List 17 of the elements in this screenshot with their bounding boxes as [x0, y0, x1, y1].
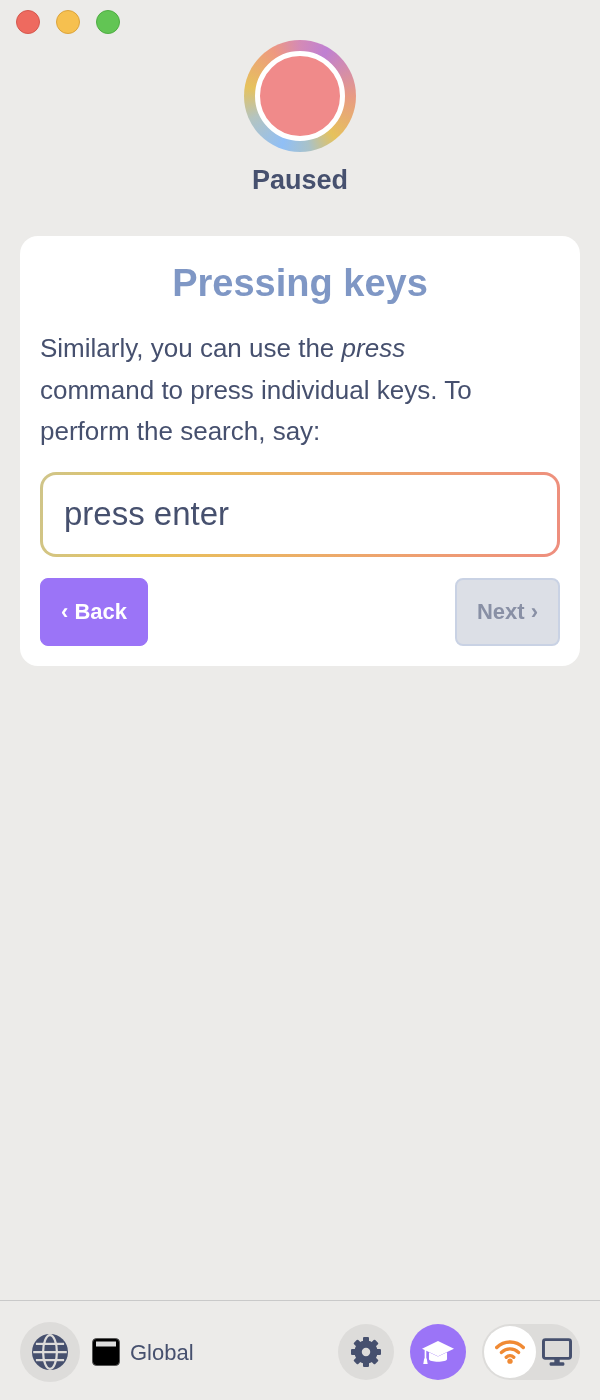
- scope-label: Global: [130, 1338, 194, 1367]
- wifi-icon: [495, 1340, 525, 1364]
- settings-icon: [351, 1337, 381, 1367]
- lesson-text: Similarly, you can use the press command to press individual keys. To perform the search, say:: [40, 332, 473, 448]
- minimize-window-button[interactable]: [56, 10, 80, 34]
- window-icon: [92, 1338, 120, 1366]
- close-window-button[interactable]: [16, 10, 40, 34]
- globe-icon: [32, 1334, 68, 1370]
- graduation-cap-icon: [422, 1340, 454, 1364]
- zoom-window-button[interactable]: [96, 10, 120, 34]
- settings-button[interactable]: [338, 1324, 394, 1380]
- monitor-icon: [542, 1338, 572, 1366]
- lesson-title: Pressing keys: [171, 261, 429, 306]
- back-button[interactable]: ‹ Back: [40, 577, 149, 646]
- status-label: Paused: [251, 164, 348, 196]
- tutorial-button[interactable]: [410, 1324, 466, 1380]
- mode-toggle[interactable]: [482, 1324, 580, 1380]
